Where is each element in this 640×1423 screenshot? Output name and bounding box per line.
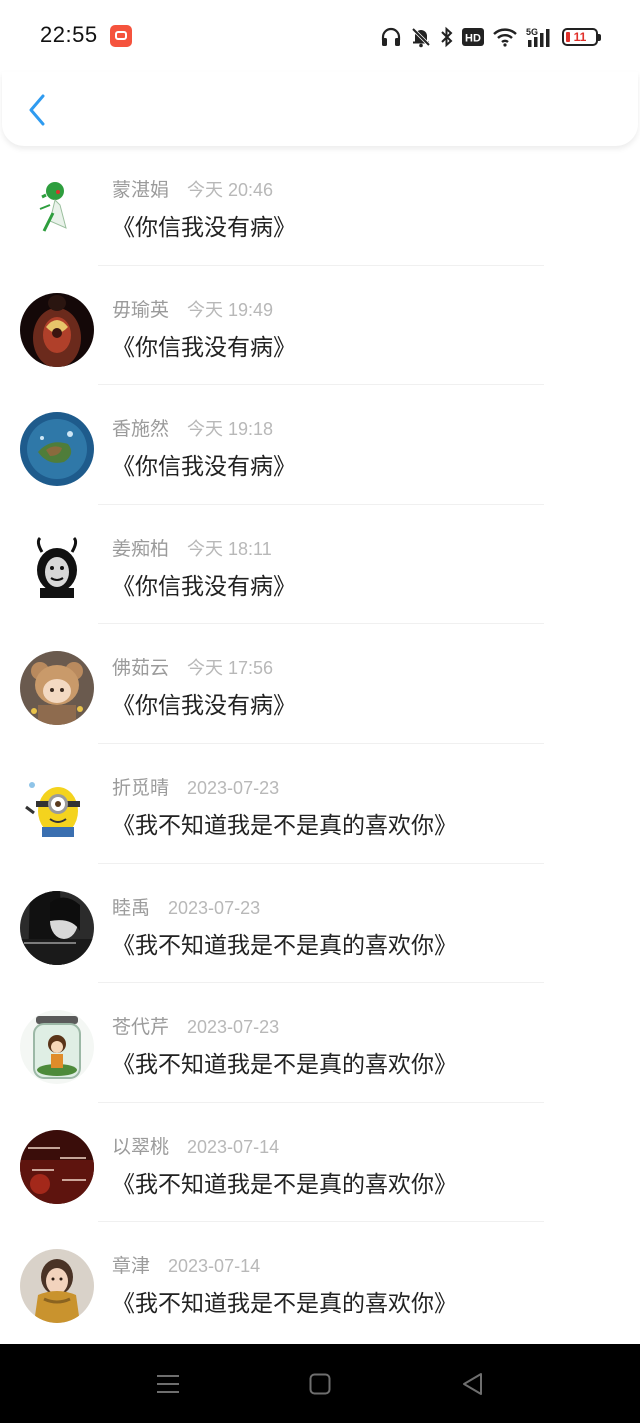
list-item[interactable]: 折觅晴 2023-07-23 《我不知道我是不是真的喜欢你》 (0, 744, 640, 864)
bell-muted-icon (411, 27, 431, 48)
sender-name: 章津 (112, 1255, 151, 1278)
top-app-bar (2, 72, 638, 146)
headphones-icon (381, 27, 401, 46)
jar-girl-avatar[interactable] (20, 1010, 94, 1085)
message-text: 《我不知道我是不是真的喜欢你》 (112, 812, 457, 839)
signal-5g-icon: 5G (526, 27, 550, 47)
bluetooth-icon (441, 26, 453, 48)
list-item[interactable]: 章津 2023-07-14 《我不知道我是不是真的喜欢你》 (0, 1222, 640, 1342)
tattoo-back-avatar[interactable] (20, 292, 94, 367)
nav-back-button[interactable] (458, 1370, 486, 1398)
chevron-left-icon (29, 94, 45, 126)
planet-island-avatar[interactable] (20, 412, 94, 487)
sender-name: 折觅晴 (112, 776, 170, 799)
message-meta: 蒙湛娟 今天 20:46 (112, 175, 273, 202)
battery-level: 11 (573, 30, 587, 44)
list-item[interactable]: 佛茹云 今天 17:56 《你信我没有病》 (0, 624, 640, 744)
minion-avatar[interactable] (20, 770, 94, 845)
list-item[interactable]: 香施然 今天 19:18 《你信我没有病》 (0, 385, 640, 505)
back-triangle-icon (463, 1373, 482, 1395)
home-icon (309, 1373, 331, 1395)
message-time: 今天 20:46 (187, 180, 274, 200)
message-meta: 折觅晴 2023-07-23 (112, 773, 279, 800)
list-item[interactable]: 姜痴柏 今天 18:11 《你信我没有病》 (0, 505, 640, 625)
message-text: 《你信我没有病》 (112, 454, 296, 481)
message-meta: 睦禹 2023-07-23 (112, 893, 260, 920)
anime-bear-girl-avatar[interactable] (20, 651, 94, 726)
list-item[interactable]: 以翠桃 2023-07-14 《我不知道我是不是真的喜欢你》 (0, 1103, 640, 1223)
message-meta: 姜痴柏 今天 18:11 (112, 534, 272, 561)
message-text: 《我不知道我是不是真的喜欢你》 (112, 932, 457, 959)
list-item[interactable]: 睦禹 2023-07-23 《我不知道我是不是真的喜欢你》 (0, 864, 640, 984)
sender-name: 苍代芹 (112, 1016, 170, 1039)
message-text: 《你信我没有病》 (112, 215, 296, 241)
wifi-icon (493, 28, 517, 47)
scarf-girl-avatar[interactable] (20, 1249, 94, 1324)
hd-icon: HD (462, 28, 484, 46)
dark-portrait-avatar[interactable] (20, 890, 94, 965)
back-button[interactable] (20, 90, 54, 130)
message-text: 《我不知道我是不是真的喜欢你》 (112, 1052, 457, 1079)
message-text: 《我不知道我是不是真的喜欢你》 (112, 1171, 457, 1198)
message-time: 2023-07-14 (168, 1256, 261, 1277)
message-time: 2023-07-14 (187, 1136, 280, 1157)
message-time: 2023-07-23 (187, 777, 280, 798)
home-button[interactable] (306, 1370, 334, 1398)
sender-name: 蒙湛娟 (112, 179, 170, 201)
message-meta: 香施然 今天 19:18 (112, 414, 273, 441)
sender-name: 姜痴柏 (112, 537, 170, 560)
battery-icon: 11 (562, 28, 601, 46)
message-list: 蒙湛娟 今天 20:46 《你信我没有病》 毋瑜英 今天 19:49 《你信我没… (0, 146, 640, 1342)
network-label: 5G (526, 27, 538, 37)
sender-name: 香施然 (112, 418, 170, 441)
message-time: 今天 17:56 (187, 658, 274, 679)
app-notification-icon (110, 25, 132, 47)
system-icons: HD 5G 11 (380, 24, 601, 50)
hd-label: HD (465, 33, 481, 45)
message-text: 《你信我没有病》 (112, 573, 296, 600)
message-meta: 毋瑜英 今天 19:49 (112, 295, 273, 322)
list-item[interactable]: 蒙湛娟 今天 20:46 《你信我没有病》 (0, 146, 640, 266)
list-item[interactable]: 毋瑜英 今天 19:49 《你信我没有病》 (0, 266, 640, 386)
menu-icon (157, 1375, 179, 1393)
system-navigation-bar (0, 1344, 640, 1423)
status-time: 22:55 (40, 22, 98, 47)
message-text: 《你信我没有病》 (112, 334, 296, 361)
message-meta: 佛茹云 今天 17:56 (112, 653, 273, 680)
sender-name: 佛茹云 (112, 657, 170, 680)
message-time: 2023-07-23 (168, 897, 261, 918)
message-time: 今天 19:49 (187, 299, 274, 320)
message-time: 今天 19:18 (187, 419, 274, 440)
status-bar: 22:55 HD 5G 11 (0, 0, 640, 72)
message-meta: 苍代芹 2023-07-23 (112, 1012, 279, 1039)
message-time: 今天 18:11 (187, 538, 272, 559)
message-text: 《你信我没有病》 (112, 693, 296, 720)
message-time: 2023-07-23 (187, 1017, 280, 1038)
menu-button[interactable] (154, 1370, 182, 1398)
sender-name: 睦禹 (112, 896, 151, 919)
message-meta: 以翠桃 2023-07-14 (112, 1132, 279, 1159)
green-creature-avatar[interactable] (20, 173, 94, 247)
message-meta: 章津 2023-07-14 (112, 1251, 260, 1278)
list-item[interactable]: 苍代芹 2023-07-23 《我不知道我是不是真的喜欢你》 (0, 983, 640, 1103)
message-text: 《我不知道我是不是真的喜欢你》 (112, 1291, 457, 1318)
sender-name: 毋瑜英 (112, 298, 170, 321)
sender-name: 以翠桃 (112, 1135, 170, 1158)
sunset-text-avatar[interactable] (20, 1129, 94, 1204)
meme-face-avatar[interactable] (20, 531, 94, 606)
